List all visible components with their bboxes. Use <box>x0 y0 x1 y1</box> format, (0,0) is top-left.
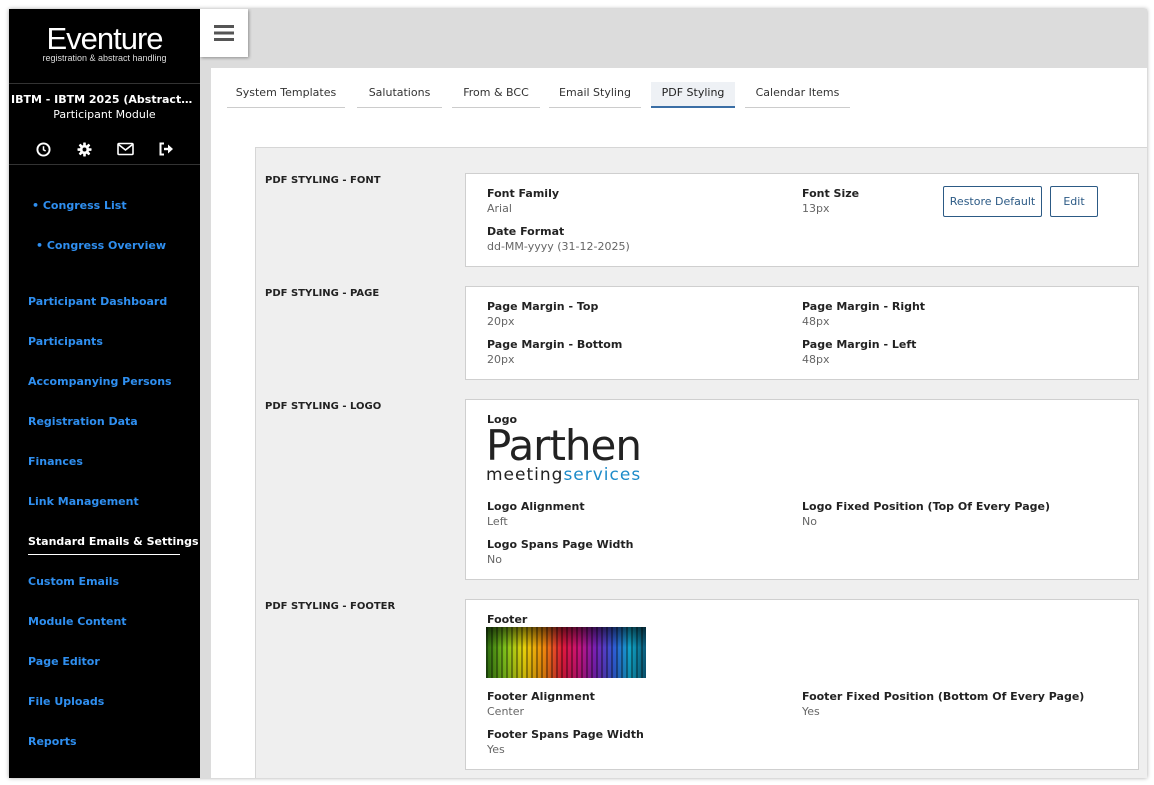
hamburger-icon <box>214 25 234 41</box>
tab-email-styling[interactable]: Email Styling <box>549 82 641 108</box>
logo-subtext-a: meeting <box>486 465 564 485</box>
footer-spans-width-field: Footer Spans Page Width Yes <box>487 728 644 756</box>
margin-bottom-value: 20px <box>487 353 515 366</box>
footer-label-text: Footer <box>487 613 528 626</box>
footer-image <box>486 627 646 678</box>
sidebar-item-participants[interactable]: Participants <box>28 335 103 348</box>
sidebar-item-congress-list[interactable]: • Congress List <box>32 199 127 212</box>
envelope-icon[interactable] <box>115 139 135 159</box>
sidebar-item-custom-emails[interactable]: Custom Emails <box>28 575 119 588</box>
sidebar-item-module-content[interactable]: Module Content <box>28 615 127 628</box>
font-family-field: Font Family Arial <box>487 187 559 215</box>
tab-salutations[interactable]: Salutations <box>357 82 442 108</box>
sidebar-item-page-editor[interactable]: Page Editor <box>28 655 100 668</box>
main-panel: System Templates Salutations From & BCC … <box>211 68 1147 778</box>
logo-spans-width-label: Logo Spans Page Width <box>487 538 634 551</box>
logo-alignment-label: Logo Alignment <box>487 500 585 513</box>
sidebar-item-participant-dashboard[interactable]: Participant Dashboard <box>28 295 167 308</box>
section-title-footer: PDF STYLING - FOOTER <box>265 601 396 612</box>
footer-alignment-value: Center <box>487 705 525 718</box>
font-family-value: Arial <box>487 202 512 215</box>
active-item-underline <box>28 554 180 555</box>
sidebar-item-standard-emails-settings[interactable]: Standard Emails & Settings <box>28 535 199 548</box>
section-title-font: PDF STYLING - FONT <box>265 175 381 186</box>
logo-spans-width-field: Logo Spans Page Width No <box>487 538 633 566</box>
logo-fixed-position-value: No <box>802 515 817 528</box>
logo-subtext: meetingservices <box>486 466 648 484</box>
margin-top-label: Page Margin - Top <box>487 300 599 313</box>
app-window: Eventure registration & abstract handlin… <box>9 9 1147 778</box>
brand-tagline: registration & abstract handling <box>42 53 167 63</box>
sign-out-icon[interactable] <box>156 139 176 159</box>
edit-button[interactable]: Edit <box>1050 186 1098 217</box>
brand-name: Eventure <box>46 21 163 56</box>
logo-fixed-position-field: Logo Fixed Position (Top Of Every Page) … <box>802 500 1050 528</box>
sidebar-item-finances[interactable]: Finances <box>28 455 83 468</box>
sidebar-item-accompanying-persons[interactable]: Accompanying Persons <box>28 375 172 388</box>
margin-right-value: 48px <box>802 315 830 328</box>
sidebar-item-registration-data[interactable]: Registration Data <box>28 415 138 428</box>
font-settings-card: Font Family Arial Font Size 13px Date Fo… <box>465 173 1139 267</box>
logo-alignment-value: Left <box>487 515 508 528</box>
sidebar-item-link-management[interactable]: Link Management <box>28 495 139 508</box>
sidebar-item-reports[interactable]: Reports <box>28 735 77 748</box>
tab-pdf-styling[interactable]: PDF Styling <box>651 82 735 108</box>
date-format-label: Date Format <box>487 225 565 238</box>
logo-wordmark: Parthen <box>486 421 642 470</box>
menu-toggle-button[interactable] <box>200 9 248 57</box>
margin-right-field: Page Margin - Right 48px <box>802 300 925 328</box>
font-size-value: 13px <box>802 202 830 215</box>
logo-settings-card: Logo Parthen meetingservices Logo Alignm… <box>465 399 1139 580</box>
footer-spans-width-label: Footer Spans Page Width <box>487 728 644 741</box>
pdf-styling-content: PDF STYLING - FONT Font Family Arial Fon… <box>255 147 1147 778</box>
section-title-logo: PDF STYLING - LOGO <box>265 401 382 412</box>
logo-spans-width-value: No <box>487 553 502 566</box>
tab-system-templates[interactable]: System Templates <box>227 82 345 108</box>
logo-fixed-position-label: Logo Fixed Position (Top Of Every Page) <box>802 500 1050 513</box>
page-settings-card: Page Margin - Top 20px Page Margin - Rig… <box>465 286 1139 380</box>
footer-settings-card: Footer Footer Alignment Center Footer Fi… <box>465 599 1139 770</box>
margin-right-label: Page Margin - Right <box>802 300 926 313</box>
section-title-page: PDF STYLING - PAGE <box>265 288 380 299</box>
divider <box>9 83 200 84</box>
sidebar-icon-row <box>9 139 200 159</box>
sidebar-item-congress-overview[interactable]: • Congress Overview <box>36 239 166 252</box>
date-format-field: Date Format dd-MM-yyyy (31-12-2025) <box>487 225 630 253</box>
event-name: IBTM - IBTM 2025 (Abstracts & Par... <box>11 93 200 106</box>
margin-top-value: 20px <box>487 315 515 328</box>
clock-icon[interactable] <box>33 139 53 159</box>
font-size-label: Font Size <box>802 187 860 200</box>
footer-label: Footer <box>487 613 527 626</box>
footer-alignment-field: Footer Alignment Center <box>487 690 595 718</box>
font-family-label: Font Family <box>487 187 560 200</box>
footer-fixed-position-field: Footer Fixed Position (Bottom Of Every P… <box>802 690 1084 718</box>
restore-default-button[interactable]: Restore Default <box>943 186 1042 217</box>
sidebar: Eventure registration & abstract handlin… <box>9 9 200 778</box>
tab-from-bcc[interactable]: From & BCC <box>452 82 540 108</box>
footer-spans-width-value: Yes <box>487 743 505 756</box>
tab-calendar-items[interactable]: Calendar Items <box>745 82 850 108</box>
margin-left-value: 48px <box>802 353 830 366</box>
date-format-value: dd-MM-yyyy (31-12-2025) <box>487 240 630 253</box>
logo-image: Parthen meetingservices <box>486 421 648 486</box>
brand-logo[interactable]: Eventure registration & abstract handlin… <box>9 21 200 64</box>
gear-icon[interactable] <box>74 139 94 159</box>
logo-subtext-b: services <box>563 465 642 485</box>
sidebar-item-file-uploads[interactable]: File Uploads <box>28 695 104 708</box>
margin-left-label: Page Margin - Left <box>802 338 917 351</box>
margin-left-field: Page Margin - Left 48px <box>802 338 916 366</box>
margin-bottom-label: Page Margin - Bottom <box>487 338 623 351</box>
footer-alignment-label: Footer Alignment <box>487 690 595 703</box>
margin-top-field: Page Margin - Top 20px <box>487 300 598 328</box>
font-size-field: Font Size 13px <box>802 187 859 215</box>
divider <box>9 164 200 165</box>
margin-bottom-field: Page Margin - Bottom 20px <box>487 338 622 366</box>
module-name: Participant Module <box>53 108 156 121</box>
logo-alignment-field: Logo Alignment Left <box>487 500 585 528</box>
footer-fixed-position-value: Yes <box>802 705 820 718</box>
footer-fixed-position-label: Footer Fixed Position (Bottom Of Every P… <box>802 690 1085 703</box>
